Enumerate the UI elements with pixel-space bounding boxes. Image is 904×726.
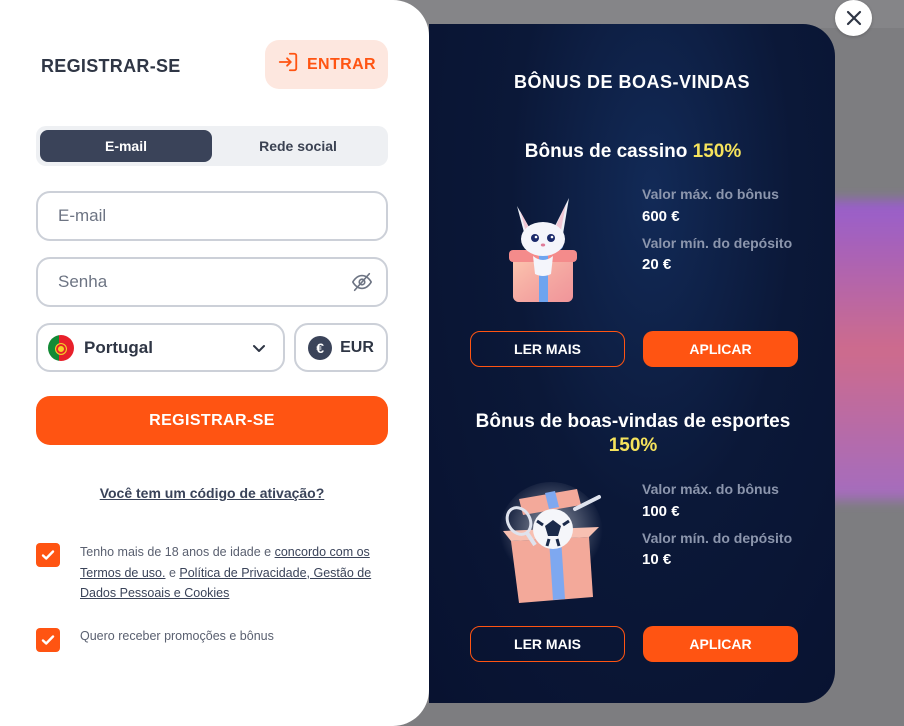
sports-bonus-info: Valor máx. do bônus 100 € Valor mín. do … <box>642 479 812 576</box>
register-method-tabs: E-mail Rede social <box>36 126 388 166</box>
bonus-heading: BÔNUS DE BOAS-VINDAS <box>513 72 751 92</box>
login-button[interactable]: ENTRAR <box>265 40 388 89</box>
promo-checkbox[interactable] <box>36 628 60 652</box>
close-button[interactable] <box>835 0 872 36</box>
eye-slash-icon[interactable] <box>351 271 373 293</box>
password-field <box>36 257 388 307</box>
min-deposit-value: 20 € <box>642 256 672 273</box>
sports-gift-icon <box>489 479 614 609</box>
min-deposit-value: 10 € <box>642 551 672 568</box>
tab-email[interactable]: E-mail <box>40 130 212 162</box>
activation-code-link[interactable]: Você tem um código de ativação? <box>0 485 424 501</box>
register-submit-button[interactable]: REGISTRAR-SE <box>36 396 388 445</box>
euro-icon: € <box>308 335 333 360</box>
read-more-button[interactable]: LER MAIS <box>470 626 625 662</box>
register-title: REGISTRAR-SE <box>41 56 181 76</box>
casino-bonus-name: Bônus de cassino <box>524 141 688 162</box>
terms-text: Tenho mais de 18 anos de idade e concord… <box>80 542 400 604</box>
close-icon <box>846 10 861 26</box>
chevron-down-icon <box>251 340 267 356</box>
checkmark-icon <box>41 635 55 645</box>
country-select[interactable]: Portugal <box>36 323 285 372</box>
register-panel: REGISTRAR-SE ENTRAR E-mail Rede social E… <box>0 0 429 726</box>
promo-text: Quero receber promoções e bônus <box>80 629 274 643</box>
min-deposit-label: Valor mín. do depósito <box>642 234 793 251</box>
sports-bonus-title: Bônus de boas-vindas de esportes 150% <box>449 410 817 458</box>
apply-button[interactable]: APLICAR <box>643 626 798 662</box>
email-field <box>36 191 388 241</box>
apply-button[interactable]: APLICAR <box>643 331 798 367</box>
login-button-label: ENTRAR <box>306 55 377 73</box>
read-more-button[interactable]: LER MAIS <box>470 331 625 367</box>
terms-middle: e <box>165 565 180 580</box>
portugal-flag-icon <box>48 334 74 361</box>
max-bonus-label: Valor máx. do bônus <box>642 481 779 497</box>
password-input[interactable] <box>38 272 386 292</box>
fox-gift-icon <box>495 184 595 309</box>
checkmark-icon <box>41 550 55 560</box>
terms-prefix: Tenho mais de 18 anos de idade e <box>80 545 275 559</box>
casino-bonus-title: Bônus de cassino 150% <box>449 140 817 164</box>
login-icon <box>277 51 299 78</box>
currency-value: EUR <box>340 338 374 356</box>
max-bonus-label: Valor máx. do bônus <box>642 186 779 202</box>
country-value: Portugal <box>84 337 153 357</box>
terms-checkbox[interactable] <box>36 543 60 567</box>
max-bonus-value: 600 € <box>642 207 680 225</box>
sports-bonus-percent: 150% <box>608 435 658 456</box>
bonus-panel: BÔNUS DE BOAS-VINDAS Bônus de cassino 15… <box>429 24 835 703</box>
casino-bonus-info: Valor máx. do bônus 600 € Valor mín. do … <box>642 184 812 281</box>
email-input[interactable] <box>38 206 386 226</box>
background-banner <box>824 200 904 500</box>
min-deposit-label: Valor mín. do depósito <box>642 529 793 546</box>
max-bonus-value: 100 € <box>642 502 680 520</box>
tab-social[interactable]: Rede social <box>212 130 384 162</box>
casino-bonus-percent: 150% <box>692 141 742 162</box>
currency-select[interactable]: € EUR <box>294 323 388 372</box>
sports-bonus-name: Bônus de boas-vindas de esportes <box>475 411 791 432</box>
